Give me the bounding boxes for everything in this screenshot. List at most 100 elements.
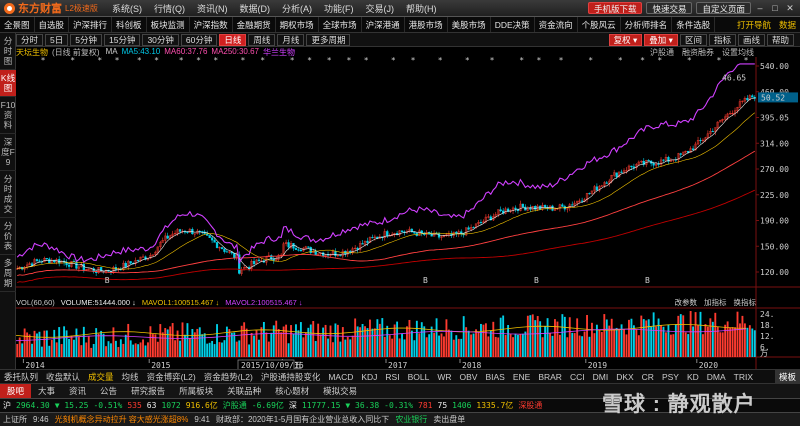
news-tab-3[interactable]: 公告 (93, 384, 124, 398)
nav-item-1[interactable]: 自选股 (35, 17, 70, 32)
indicator-tab-6[interactable]: 沪股通持股变化 (257, 370, 325, 383)
news-tab-5[interactable]: 所属板块 (172, 384, 220, 398)
indicator-tab-12[interactable]: OBV (456, 370, 482, 383)
news-tab-6[interactable]: 关联品种 (220, 384, 268, 398)
period-tab-3[interactable]: 15分钟 (103, 33, 141, 46)
menu-item-1[interactable]: 行情(Q) (148, 2, 191, 15)
indicator-tab-20[interactable]: PSY (658, 370, 683, 383)
menu-item-5[interactable]: 功能(F) (318, 2, 360, 15)
indicator-tab-18[interactable]: DKX (612, 370, 637, 383)
news-tab-7[interactable]: 核心题材 (268, 384, 316, 398)
period-tab-4[interactable]: 30分钟 (142, 33, 179, 46)
chart-link-1[interactable]: 融资融券 (682, 47, 714, 57)
nav-right-1[interactable]: 数据 (775, 17, 800, 32)
menu-item-4[interactable]: 分析(A) (276, 2, 318, 15)
period-tab-9[interactable]: 更多周期 (306, 33, 351, 46)
chart-link-2[interactable]: 设置均线 (722, 47, 754, 57)
period-tab-0[interactable]: 分时 (16, 33, 44, 46)
nav-right-0[interactable]: 打开导航 (733, 17, 775, 32)
news-tab-0[interactable]: 股吧 (0, 384, 32, 398)
news-tab-8[interactable]: 模拟交易 (316, 384, 364, 398)
nav-item-12[interactable]: DDE决策 (491, 17, 535, 32)
indicator-tab-17[interactable]: DMI (589, 370, 613, 383)
nav-item-5[interactable]: 沪深指数 (190, 17, 233, 32)
nav-item-3[interactable]: 科创板 (112, 17, 147, 32)
minimize-icon[interactable]: – (754, 3, 766, 13)
template-button[interactable]: 模板 (774, 370, 800, 383)
chart-link-0[interactable]: 沪股通 (650, 47, 674, 57)
nav-item-7[interactable]: 期权市场 (276, 17, 319, 32)
close-icon[interactable]: ✕ (784, 3, 796, 14)
nav-item-14[interactable]: 个股风云 (578, 17, 621, 32)
period-tab-2[interactable]: 5分钟 (70, 33, 102, 46)
nav-item-16[interactable]: 条件选股 (672, 17, 716, 32)
indicator-tab-9[interactable]: RSI (381, 370, 403, 383)
nav-item-13[interactable]: 资金流向 (535, 17, 578, 32)
indicator-tab-4[interactable]: 资金博弈(L2) (143, 370, 200, 383)
indicator-tab-3[interactable]: 均线 (118, 370, 143, 383)
vol-tool-1[interactable]: 加指标 (704, 297, 727, 307)
menu-item-0[interactable]: 系统(S) (106, 2, 148, 15)
maximize-icon[interactable]: □ (769, 3, 781, 13)
nav-item-8[interactable]: 全球市场 (319, 17, 362, 32)
period-tool-2[interactable]: 画线 (737, 33, 765, 46)
indicator-tab-11[interactable]: WR (433, 370, 455, 383)
indicator-tab-10[interactable]: BOLL (404, 370, 434, 383)
indicator-tab-23[interactable]: TRIX (730, 370, 757, 383)
indicator-tab-0[interactable]: 委托队列 (0, 370, 42, 383)
quick-trade-button[interactable]: 快速交易 (646, 2, 693, 14)
indicator-tab-19[interactable]: CR (638, 370, 658, 383)
period-tab-5[interactable]: 60分钟 (180, 33, 218, 46)
news-tab-1[interactable]: 大事 (31, 384, 62, 398)
nav-item-11[interactable]: 美股市场 (448, 17, 491, 32)
indicator-tab-21[interactable]: KD (683, 370, 703, 383)
status-news-1[interactable]: 光刻机概念异动拉升 容大感光涨超8% (55, 414, 189, 425)
rail-tab-2[interactable]: F10资料 (0, 97, 16, 134)
period-tab-1[interactable]: 5日 (45, 33, 69, 46)
rail-tab-1[interactable]: K线图 (0, 70, 16, 97)
period-tool-red-1[interactable]: 叠加 ▾ (644, 33, 678, 46)
indicator-tab-13[interactable]: BIAS (481, 370, 508, 383)
nav-item-2[interactable]: 沪深排行 (69, 17, 113, 32)
indicator-tab-15[interactable]: BRAR (534, 370, 566, 383)
status-stock[interactable]: 农业银行 (395, 414, 427, 425)
vol-tool-2[interactable]: 换指标 (734, 297, 757, 307)
period-tab-7[interactable]: 周线 (248, 33, 276, 46)
rail-tab-4[interactable]: 分时成交 (0, 171, 16, 218)
rail-tab-6[interactable]: 多周期 (0, 255, 16, 292)
period-tool-red-0[interactable]: 复权 ▾ (608, 33, 643, 46)
indicator-tab-16[interactable]: CCI (566, 370, 589, 383)
period-tool-1[interactable]: 指标 (708, 33, 736, 46)
rail-tab-3[interactable]: 深度F9 (0, 134, 16, 171)
nav-item-15[interactable]: 分析师排名 (621, 17, 673, 32)
indicator-tab-22[interactable]: DMA (703, 370, 730, 383)
period-tool-3[interactable]: 帮助 (766, 33, 794, 46)
period-tool-0[interactable]: 区间 (679, 33, 707, 46)
indicator-tab-8[interactable]: KDJ (357, 370, 381, 383)
mobile-download-button[interactable]: 手机版下载 (587, 2, 643, 14)
custom-page-button[interactable]: 自定义页面 (696, 2, 751, 14)
indicator-tab-5[interactable]: 资金趋势(L2) (200, 370, 257, 383)
news-tab-2[interactable]: 资讯 (62, 384, 93, 398)
indicator-tab-14[interactable]: ENE (509, 370, 534, 383)
kline-chart[interactable]: * * * * * * * * * * * * * * * * * * * * * * * * * * * * * * * B B B B 540.0… (16, 57, 800, 369)
rail-tab-0[interactable]: 分时图 (0, 33, 16, 70)
period-tab-8[interactable]: 月线 (277, 33, 305, 46)
status-news-2[interactable]: 财政部：2020年1-5月国有企业营业总收入同比下 (216, 414, 389, 425)
nav-item-4[interactable]: 板块监测 (147, 17, 190, 32)
vol-tool-0[interactable]: 改参数 (675, 297, 698, 307)
rail-tab-5[interactable]: 分价表 (0, 218, 16, 255)
period-tab-6[interactable]: 日线 (219, 33, 247, 46)
news-tab-4[interactable]: 研究报告 (124, 384, 172, 398)
menu-item-2[interactable]: 资讯(N) (191, 2, 234, 15)
nav-item-6[interactable]: 金融期货 (233, 17, 276, 32)
menu-item-7[interactable]: 帮助(H) (400, 2, 443, 15)
nav-item-10[interactable]: 港股市场 (405, 17, 448, 32)
indicator-tab-7[interactable]: MACD (324, 370, 357, 383)
menu-item-6[interactable]: 交易(J) (360, 2, 401, 15)
menu-item-3[interactable]: 数据(D) (234, 2, 277, 15)
indicator-tab-2[interactable]: 成交量 (84, 370, 118, 383)
nav-item-0[interactable]: 全景图 (0, 17, 35, 32)
nav-item-9[interactable]: 沪深港通 (362, 17, 405, 32)
indicator-tab-1[interactable]: 收盘默认 (42, 370, 84, 383)
